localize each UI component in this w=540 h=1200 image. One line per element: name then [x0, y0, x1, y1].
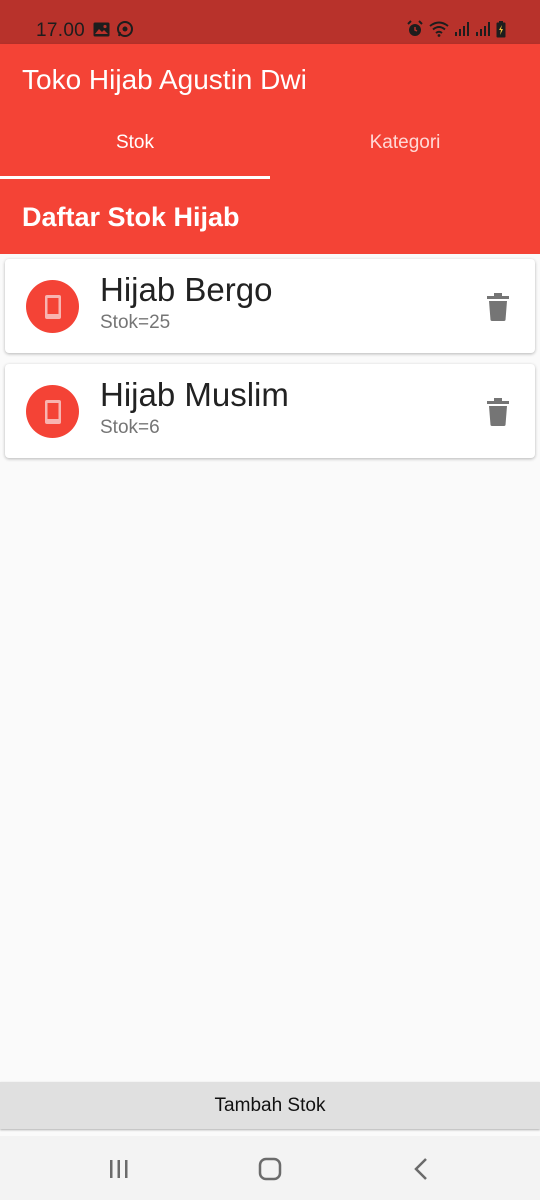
home-icon[interactable]	[255, 1156, 285, 1182]
trash-icon[interactable]	[487, 293, 509, 321]
whatsapp-icon	[117, 21, 133, 37]
section-header: Daftar Stok Hijab	[0, 182, 540, 254]
recents-icon[interactable]	[104, 1156, 134, 1182]
tab-kategori[interactable]: Kategori	[270, 132, 540, 154]
trash-icon[interactable]	[487, 398, 509, 426]
battery-charging-icon	[496, 20, 506, 37]
gallery-icon	[93, 22, 110, 36]
status-bar: 17.00	[0, 0, 540, 44]
app-bar: Toko Hijab Agustin Dwi Stok Kategori	[0, 44, 540, 182]
status-left-icons	[93, 20, 134, 38]
list-item[interactable]: Hijab Bergo Stok=25	[5, 259, 535, 353]
system-nav-bar	[0, 1136, 540, 1200]
alarm-icon	[407, 20, 423, 36]
item-stock: Stok=25	[100, 312, 171, 333]
signal-icon	[476, 22, 490, 36]
phone-icon	[44, 399, 61, 424]
item-avatar	[26, 280, 79, 333]
item-avatar	[26, 385, 79, 438]
item-stock: Stok=6	[100, 417, 160, 438]
back-icon[interactable]	[406, 1156, 436, 1182]
item-name: Hijab Muslim	[100, 376, 289, 413]
tab-indicator	[0, 176, 270, 179]
wifi-icon	[429, 21, 449, 37]
section-title: Daftar Stok Hijab	[22, 202, 240, 232]
add-stock-button[interactable]: Tambah Stok	[0, 1082, 540, 1129]
list-item[interactable]: Hijab Muslim Stok=6	[5, 364, 535, 458]
status-right-icons	[406, 20, 506, 38]
signal-icon	[455, 22, 469, 36]
app-title: Toko Hijab Agustin Dwi	[22, 64, 307, 95]
status-time: 17.00	[36, 20, 86, 41]
phone-icon	[44, 294, 61, 319]
tab-stok[interactable]: Stok	[0, 132, 270, 154]
item-name: Hijab Bergo	[100, 271, 273, 308]
stock-list: Hijab Bergo Stok=25 Hijab Muslim Stok=6	[5, 259, 535, 469]
